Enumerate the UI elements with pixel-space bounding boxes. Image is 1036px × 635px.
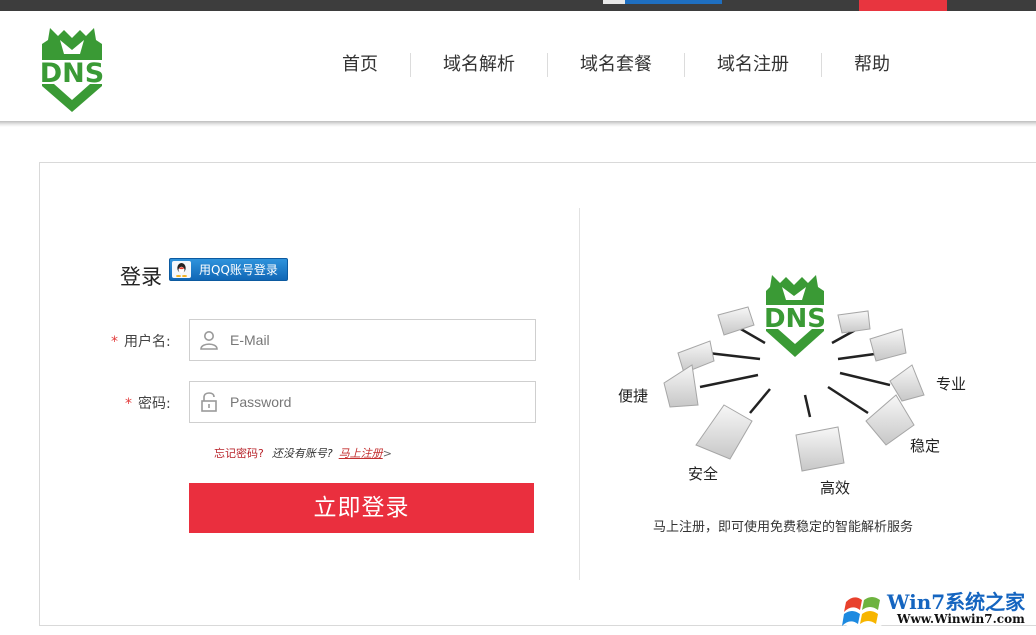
watermark-url: Www.Winwin7.com bbox=[897, 612, 1025, 626]
username-label-text: 用户名: bbox=[124, 334, 171, 350]
password-input[interactable] bbox=[230, 390, 520, 414]
required-mark: * bbox=[111, 334, 118, 350]
top-bar-white-tab bbox=[603, 0, 625, 4]
register-arrow: > bbox=[382, 447, 392, 460]
username-field[interactable] bbox=[189, 319, 536, 361]
nav-domain-register[interactable]: 域名注册 bbox=[684, 53, 821, 77]
username-input[interactable] bbox=[230, 328, 520, 352]
login-submit-button[interactable]: 立即登录 bbox=[189, 483, 534, 533]
feature-professional: 专业 bbox=[936, 375, 966, 393]
forgot-password-link[interactable]: 忘记密码? bbox=[214, 447, 264, 460]
no-account-text: 还没有账号? bbox=[271, 447, 333, 460]
watermark-title: Win7系统之家 bbox=[887, 590, 1026, 614]
lock-icon bbox=[201, 392, 217, 412]
qq-login-button[interactable]: 用QQ账号登录 bbox=[169, 258, 288, 281]
nav-domain-resolve[interactable]: 域名解析 bbox=[410, 53, 547, 77]
password-label-text: 密码: bbox=[138, 396, 171, 412]
nav-home[interactable]: 首页 bbox=[310, 53, 410, 77]
feature-efficient: 高效 bbox=[820, 479, 850, 497]
panel-divider bbox=[579, 208, 580, 580]
top-bar bbox=[0, 0, 1036, 11]
password-label: * 密码: bbox=[125, 393, 171, 413]
feature-stable: 稳定 bbox=[910, 437, 940, 455]
user-icon bbox=[200, 331, 218, 350]
feature-secure: 安全 bbox=[688, 465, 718, 483]
qq-login-label: 用QQ账号登录 bbox=[199, 263, 278, 277]
top-bar-red-tab bbox=[859, 0, 947, 11]
required-mark: * bbox=[125, 396, 132, 412]
feature-convenient: 便捷 bbox=[618, 387, 648, 405]
register-link[interactable]: 马上注册 bbox=[339, 447, 383, 460]
promo-illustration: DNS 便捷 专业 安全 高效 稳定 bbox=[618, 275, 966, 497]
nav-domain-package[interactable]: 域名套餐 bbox=[547, 53, 684, 77]
main-nav: 首页 域名解析 域名套餐 域名注册 帮助 bbox=[310, 42, 922, 88]
dns-logo[interactable]: DNS bbox=[36, 20, 108, 116]
account-links: 忘记密码? 还没有账号? 马上注册> bbox=[214, 445, 392, 461]
password-field[interactable] bbox=[189, 381, 536, 423]
nav-help[interactable]: 帮助 bbox=[821, 53, 922, 77]
logo-text: DNS bbox=[40, 58, 104, 89]
login-title: 登录 bbox=[120, 265, 162, 289]
qq-penguin-icon bbox=[172, 261, 191, 278]
header-shadow bbox=[0, 121, 1036, 127]
promo-caption: 马上注册，即可使用免费稳定的智能解析服务 bbox=[653, 520, 914, 535]
promo-logo-text: DNS bbox=[764, 304, 826, 334]
username-label: * 用户名: bbox=[111, 331, 171, 351]
